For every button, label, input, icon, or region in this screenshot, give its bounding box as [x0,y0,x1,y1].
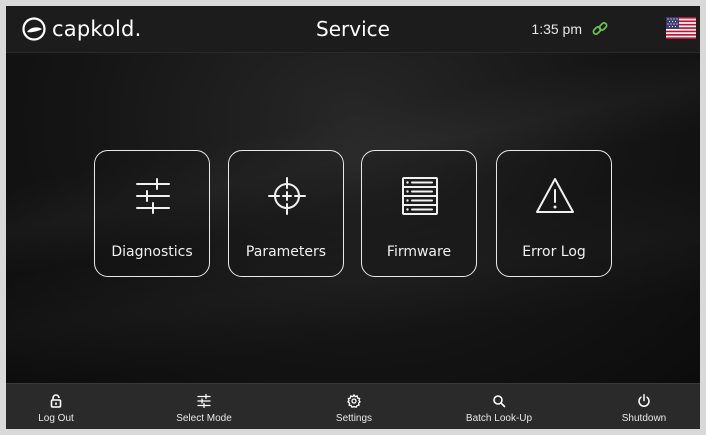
server-icon [402,177,438,215]
parameters-label: Parameters [245,244,327,260]
firmware-button[interactable]: Firmware [361,150,477,277]
service-screen: capkold. Service 1:35 pm Diagnostics Par… [6,6,700,429]
batch-look-up-label: Batch Look-Up [465,413,533,424]
power-icon [638,394,650,407]
top-bar: capkold. Service 1:35 pm [6,6,700,53]
firmware-label: Firmware [386,244,452,260]
clock-time: 1:35 pm [531,21,582,37]
select-mode-button[interactable]: Select Mode [154,384,254,429]
diagnostics-label: Diagnostics [111,244,193,260]
us-flag-icon[interactable] [666,17,696,39]
page-title: Service [316,17,390,41]
shutdown-button[interactable]: Shutdown [594,384,694,429]
shutdown-label: Shutdown [621,413,667,424]
bottom-nav: Log Out Select Mode Settings Batch Look-… [6,383,700,429]
main-panel: Diagnostics Parameters Firmware Error Lo… [6,53,700,383]
batch-look-up-button[interactable]: Batch Look-Up [449,384,549,429]
log-out-label: Log Out [38,413,74,424]
sliders-icon [136,178,170,214]
logo-text: capkold. [52,17,142,41]
error-log-button[interactable]: Error Log [496,150,612,277]
parameters-button[interactable]: Parameters [228,150,344,277]
search-icon [493,395,506,408]
log-out-button[interactable]: Log Out [6,384,106,429]
settings-label: Settings [335,413,373,424]
link-icon [592,22,608,35]
capkold-logo-icon [22,17,46,41]
select-mode-label: Select Mode [176,413,232,424]
settings-button[interactable]: Settings [304,384,404,429]
unlock-icon [50,394,62,408]
error-log-label: Error Log [522,244,586,260]
warning-icon [536,178,574,213]
diagnostics-button[interactable]: Diagnostics [94,150,210,277]
gear-icon [347,394,361,408]
sliders-icon [197,394,211,408]
capkold-logo: capkold. [22,16,141,42]
crosshair-icon [268,177,306,215]
